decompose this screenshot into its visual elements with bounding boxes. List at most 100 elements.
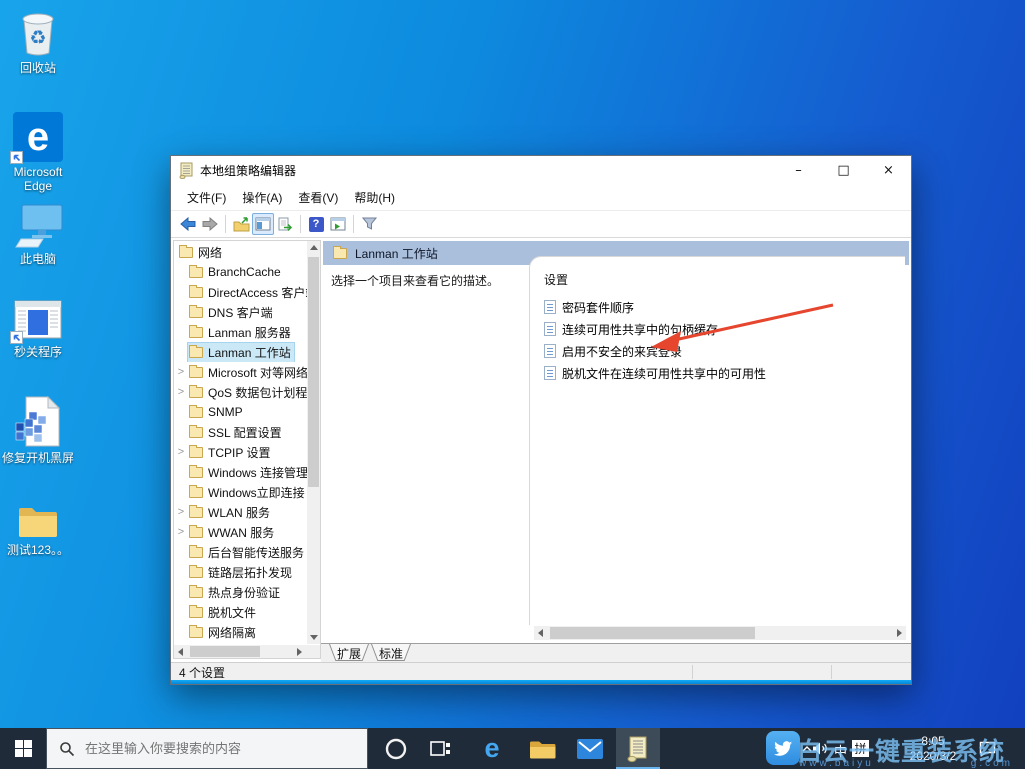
menu-help[interactable]: 帮助(H) <box>346 189 403 206</box>
folder-icon <box>189 284 203 298</box>
folder-icon <box>189 604 203 618</box>
back-icon[interactable] <box>177 213 199 235</box>
desktop-icon-program[interactable]: 秒关程序 <box>0 300 76 359</box>
tree-item[interactable]: > WWAN 服务 <box>174 522 307 542</box>
scroll-right-icon[interactable] <box>897 629 902 637</box>
scroll-up-icon[interactable] <box>310 245 318 250</box>
tree-item[interactable]: > TCPIP 设置 <box>174 442 307 462</box>
tree-item[interactable]: DirectAccess 客户端 <box>174 282 307 302</box>
tree-item[interactable]: DNS 客户端 <box>174 302 307 322</box>
folder-icon <box>189 624 203 638</box>
policy-setting-item[interactable]: 脱机文件在连续可用性共享中的可用性 <box>544 362 905 384</box>
policy-icon <box>544 300 556 314</box>
tree-item[interactable]: > WLAN 服务 <box>174 502 307 522</box>
shortcut-arrow-icon <box>10 151 23 164</box>
tree-item[interactable]: BranchCache <box>174 262 307 282</box>
tree-item[interactable]: 热点身份验证 <box>174 582 307 602</box>
scroll-left-icon[interactable] <box>538 629 543 637</box>
chevron-right-icon[interactable]: > <box>174 526 188 538</box>
tab-standard[interactable]: 标准 <box>371 644 411 661</box>
clock-date: 2020/3/2 <box>909 749 957 763</box>
task-view-button[interactable] <box>418 728 462 769</box>
group-policy-taskbar-button[interactable] <box>616 728 660 769</box>
taskbar-clock[interactable]: 8:05 2020/3/2 <box>900 734 966 764</box>
folder-icon <box>189 384 203 398</box>
action-center-icon[interactable] <box>978 740 997 760</box>
maximize-button[interactable]: □ <box>821 156 866 184</box>
results-pane: Lanman 工作站 选择一个项目来查看它的描述。 设置 密码套件顺序 连续可用性… <box>323 240 911 659</box>
settings-column-header[interactable]: 设置 <box>544 271 905 288</box>
minimize-button[interactable]: – <box>776 156 821 184</box>
volume-icon[interactable] <box>812 741 829 759</box>
chevron-right-icon[interactable]: > <box>174 386 188 398</box>
desktop-icon-this-pc[interactable]: 此电脑 <box>0 203 76 266</box>
icon-label: 此电脑 <box>19 252 56 266</box>
mail-button[interactable] <box>568 728 612 769</box>
twitter-tray-icon[interactable] <box>766 731 800 765</box>
chevron-right-icon[interactable]: > <box>174 366 188 378</box>
policy-setting-label: 脱机文件在连续可用性共享中的可用性 <box>562 366 767 381</box>
taskbar-search[interactable] <box>46 728 368 769</box>
close-button[interactable]: × <box>866 156 911 184</box>
chevron-right-icon[interactable]: > <box>174 506 188 518</box>
scroll-down-icon[interactable] <box>310 635 318 640</box>
show-properties-icon[interactable] <box>327 213 349 235</box>
up-one-level-icon[interactable] <box>230 213 252 235</box>
ime-pinyin-badge[interactable]: 拼 <box>852 740 869 757</box>
tree-root-network[interactable]: 网络 <box>174 242 307 262</box>
folder-icon <box>189 564 203 578</box>
tree-item[interactable]: > QoS 数据包计划程 <box>174 382 307 402</box>
folder-icon <box>189 304 203 318</box>
menu-action[interactable]: 操作(A) <box>234 189 290 206</box>
scroll-right-icon[interactable] <box>297 648 302 656</box>
tree-item[interactable]: Lanman 服务器 <box>174 322 307 342</box>
tree-horizontal-scrollbar[interactable] <box>174 645 306 658</box>
tree-item[interactable]: Windows立即连接 <box>174 482 307 502</box>
tree-item-label: SSL 配置设置 <box>208 425 282 440</box>
tree-item[interactable]: 链路层拓扑发现 <box>174 562 307 582</box>
console-tree-toggle-icon[interactable] <box>252 213 274 235</box>
desktop-icon-test-folder[interactable]: 测试123。。 <box>0 502 76 557</box>
desktop-icon-registry-fix[interactable]: 修复开机黑屏 <box>0 396 76 465</box>
ime-language-indicator[interactable]: 中 <box>834 741 847 760</box>
scrollbar-thumb[interactable] <box>190 646 260 657</box>
cortana-button[interactable] <box>374 728 418 769</box>
folder-icon <box>189 504 203 518</box>
search-input[interactable] <box>85 741 345 756</box>
tree-vertical-scrollbar[interactable] <box>307 241 320 644</box>
tree-item[interactable]: SSL 配置设置 <box>174 422 307 442</box>
folder-icon <box>179 244 193 258</box>
menu-file[interactable]: 文件(F) <box>179 189 234 206</box>
start-button[interactable] <box>0 728 46 769</box>
results-horizontal-scrollbar[interactable] <box>534 626 906 640</box>
tree-item[interactable]: SNMP <box>174 402 307 422</box>
tree-item[interactable]: > Microsoft 对等网络 <box>174 362 307 382</box>
forward-icon[interactable] <box>199 213 221 235</box>
menu-view[interactable]: 查看(V) <box>290 189 346 206</box>
folder-icon <box>189 264 203 278</box>
tab-extended[interactable]: 扩展 <box>329 644 369 661</box>
policy-setting-item[interactable]: 启用不安全的来宾登录 <box>544 340 905 362</box>
tree-item[interactable]: Windows 连接管理 <box>174 462 307 482</box>
edge-taskbar-button[interactable]: e <box>470 728 514 769</box>
scrollbar-thumb[interactable] <box>550 627 755 639</box>
tree-item[interactable]: 脱机文件 <box>174 602 307 622</box>
file-explorer-button[interactable] <box>520 728 564 769</box>
export-list-icon[interactable] <box>274 213 296 235</box>
cortana-icon <box>385 738 407 759</box>
filter-icon[interactable] <box>358 213 380 235</box>
chevron-right-icon[interactable]: > <box>174 446 188 458</box>
tray-expand-icon[interactable] <box>802 742 812 756</box>
tree-item[interactable]: 网络隔离 <box>174 622 307 642</box>
scrollbar-thumb[interactable] <box>308 257 319 487</box>
scroll-document-icon <box>179 162 193 179</box>
scroll-left-icon[interactable] <box>178 648 183 656</box>
policy-setting-item[interactable]: 连续可用性共享中的句柄缓存 <box>544 318 905 340</box>
help-icon[interactable]: ? <box>305 213 327 235</box>
tree-item[interactable]: Lanman 工作站 <box>174 342 307 362</box>
desktop-icon-recycle-bin[interactable]: ♻ 回收站 <box>0 6 76 75</box>
tree-item[interactable]: 后台智能传送服务 <box>174 542 307 562</box>
toolbar: ? <box>171 211 911 238</box>
policy-setting-item[interactable]: 密码套件顺序 <box>544 296 905 318</box>
desktop-icon-edge[interactable]: e Microsoft Edge <box>0 112 76 193</box>
